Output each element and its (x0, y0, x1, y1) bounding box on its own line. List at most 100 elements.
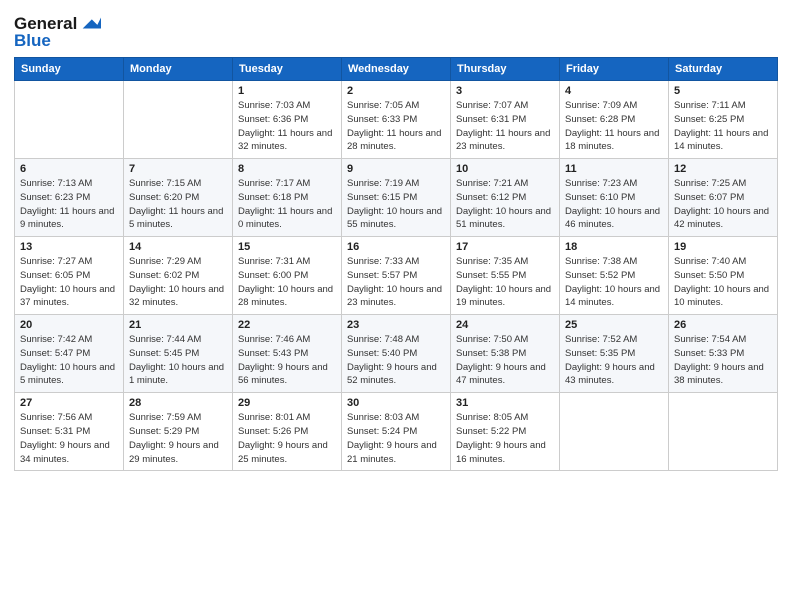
daylight: Daylight: 10 hours and 28 minutes. (238, 284, 333, 309)
sunset: Sunset: 5:40 PM (347, 348, 417, 359)
daylight: Daylight: 9 hours and 56 minutes. (238, 362, 328, 387)
day-number: 26 (674, 319, 772, 331)
day-info: Sunrise: 7:33 AMSunset: 5:57 PMDaylight:… (347, 255, 445, 310)
day-info: Sunrise: 7:05 AMSunset: 6:33 PMDaylight:… (347, 99, 445, 154)
calendar-week-row: 6Sunrise: 7:13 AMSunset: 6:23 PMDaylight… (15, 159, 778, 237)
calendar-week-row: 1 Sunrise: 7:03 AMSunset: 6:36 PMDaylight… (15, 81, 778, 159)
calendar-cell: 10Sunrise: 7:21 AMSunset: 6:12 PMDayligh… (451, 159, 560, 237)
day-number: 1 (238, 85, 336, 97)
sunrise: Sunrise: 8:01 AM (238, 412, 310, 423)
sunrise: Sunrise: 7:31 AM (238, 256, 310, 267)
calendar-week-row: 13Sunrise: 7:27 AMSunset: 6:05 PMDayligh… (15, 237, 778, 315)
calendar-cell: 25Sunrise: 7:52 AMSunset: 5:35 PMDayligh… (560, 315, 669, 393)
daylight: Daylight: 9 hours and 16 minutes. (456, 440, 546, 465)
day-number: 22 (238, 319, 336, 331)
calendar-cell: 31Sunrise: 8:05 AMSunset: 5:22 PMDayligh… (451, 393, 560, 471)
day-info: Sunrise: 7:25 AMSunset: 6:07 PMDaylight:… (674, 177, 772, 232)
sunrise: Sunrise: 7:33 AM (347, 256, 419, 267)
day-info: Sunrise: 7:38 AMSunset: 5:52 PMDaylight:… (565, 255, 663, 310)
calendar-week-row: 20Sunrise: 7:42 AMSunset: 5:47 PMDayligh… (15, 315, 778, 393)
logo: General Blue (14, 14, 101, 51)
daylight: Daylight: 10 hours and 1 minute. (129, 362, 224, 387)
day-number: 12 (674, 163, 772, 175)
day-info: Sunrise: 7:21 AMSunset: 6:12 PMDaylight:… (456, 177, 554, 232)
sunrise: Sunrise: 7:52 AM (565, 334, 637, 345)
day-number: 5 (674, 85, 772, 97)
sunset: Sunset: 5:47 PM (20, 348, 90, 359)
sunrise: Sunrise: 7:50 AM (456, 334, 528, 345)
day-number: 29 (238, 397, 336, 409)
daylight: Daylight: 9 hours and 47 minutes. (456, 362, 546, 387)
day-number: 24 (456, 319, 554, 331)
logo-icon (79, 12, 101, 34)
day-info: Sunrise: 7:13 AMSunset: 6:23 PMDaylight:… (20, 177, 118, 232)
day-info: Sunrise: 7:48 AMSunset: 5:40 PMDaylight:… (347, 333, 445, 388)
sunrise: Sunrise: 7:25 AM (674, 178, 746, 189)
daylight: Daylight: 9 hours and 25 minutes. (238, 440, 328, 465)
sunrise: Sunrise: 7:11 AM (674, 100, 746, 111)
day-number: 2 (347, 85, 445, 97)
daylight: Daylight: 11 hours and 28 minutes. (347, 128, 441, 153)
daylight: Daylight: 11 hours and 0 minutes. (238, 206, 332, 231)
sunset: Sunset: 6:25 PM (674, 114, 744, 125)
day-number: 16 (347, 241, 445, 253)
calendar-cell: 27Sunrise: 7:56 AMSunset: 5:31 PMDayligh… (15, 393, 124, 471)
sunrise: Sunrise: 7:46 AM (238, 334, 310, 345)
daylight: Daylight: 10 hours and 51 minutes. (456, 206, 551, 231)
day-info: Sunrise: 8:01 AM Sunset: 5:26 PM Daylight:… (238, 411, 336, 466)
day-info: Sunrise: 7:54 AMSunset: 5:33 PMDaylight:… (674, 333, 772, 388)
sunset: Sunset: 5:35 PM (565, 348, 635, 359)
day-number: 18 (565, 241, 663, 253)
day-number: 21 (129, 319, 227, 331)
day-info: Sunrise: 7:15 AMSunset: 6:20 PMDaylight:… (129, 177, 227, 232)
day-info: Sunrise: 7:29 AMSunset: 6:02 PMDaylight:… (129, 255, 227, 310)
daylight: Daylight: 11 hours and 23 minutes. (456, 128, 550, 153)
sunset: Sunset: 5:50 PM (674, 270, 744, 281)
calendar-cell: 29 Sunrise: 8:01 AM Sunset: 5:26 PM Dayligh… (233, 393, 342, 471)
sunset: Sunset: 6:12 PM (456, 192, 526, 203)
sunset: Sunset: 6:36 PM (238, 114, 308, 125)
calendar-cell: 6Sunrise: 7:13 AMSunset: 6:23 PMDaylight… (15, 159, 124, 237)
calendar-cell: 26 Sunrise: 7:54 AMSunset: 5:33 PMDayligh… (669, 315, 778, 393)
daylight: Daylight: 10 hours and 5 minutes. (20, 362, 115, 387)
day-info: Sunrise: 7:03 AMSunset: 6:36 PMDaylight:… (238, 99, 336, 154)
sunset: Sunset: 5:26 PM (238, 426, 308, 437)
sunset: Sunset: 5:52 PM (565, 270, 635, 281)
day-info: Sunrise: 7:17 AMSunset: 6:18 PMDaylight:… (238, 177, 336, 232)
day-number: 17 (456, 241, 554, 253)
day-of-week-saturday: Saturday (669, 58, 778, 81)
sunrise: Sunrise: 7:07 AM (456, 100, 528, 111)
daylight: Daylight: 11 hours and 14 minutes. (674, 128, 768, 153)
day-info: Sunrise: 7:31 AMSunset: 6:00 PMDaylight:… (238, 255, 336, 310)
sunrise: Sunrise: 7:44 AM (129, 334, 201, 345)
sunset: Sunset: 5:22 PM (456, 426, 526, 437)
daylight: Daylight: 11 hours and 32 minutes. (238, 128, 332, 153)
calendar-cell: 14Sunrise: 7:29 AMSunset: 6:02 PMDayligh… (124, 237, 233, 315)
day-info: Sunrise: 7:46 AMSunset: 5:43 PMDaylight:… (238, 333, 336, 388)
calendar-cell: 4Sunrise: 7:09 AMSunset: 6:28 PMDaylight… (560, 81, 669, 159)
day-of-week-friday: Friday (560, 58, 669, 81)
day-of-week-tuesday: Tuesday (233, 58, 342, 81)
day-info: Sunrise: 7:07 AMSunset: 6:31 PMDaylight:… (456, 99, 554, 154)
daylight: Daylight: 10 hours and 14 minutes. (565, 284, 660, 309)
calendar-cell: 17 Sunrise: 7:35 AMSunset: 5:55 PMDayligh… (451, 237, 560, 315)
day-number: 28 (129, 397, 227, 409)
sunset: Sunset: 5:57 PM (347, 270, 417, 281)
sunrise: Sunrise: 7:05 AM (347, 100, 419, 111)
day-number: 30 (347, 397, 445, 409)
logo-blue-text: Blue (14, 31, 101, 51)
calendar-cell: 24Sunrise: 7:50 AMSunset: 5:38 PMDayligh… (451, 315, 560, 393)
calendar-cell: 23Sunrise: 7:48 AMSunset: 5:40 PMDayligh… (342, 315, 451, 393)
sunrise: Sunrise: 7:48 AM (347, 334, 419, 345)
calendar-cell: 22 Sunrise: 7:46 AMSunset: 5:43 PMDayligh… (233, 315, 342, 393)
daylight: Daylight: 9 hours and 43 minutes. (565, 362, 655, 387)
calendar-cell (15, 81, 124, 159)
calendar-cell: 20Sunrise: 7:42 AMSunset: 5:47 PMDayligh… (15, 315, 124, 393)
calendar-cell: 30Sunrise: 8:03 AMSunset: 5:24 PMDayligh… (342, 393, 451, 471)
daylight: Daylight: 11 hours and 5 minutes. (129, 206, 223, 231)
calendar-header-row: SundayMondayTuesdayWednesdayThursdayFrid… (15, 58, 778, 81)
day-info: Sunrise: 7:35 AMSunset: 5:55 PMDaylight:… (456, 255, 554, 310)
day-info: Sunrise: 8:05 AMSunset: 5:22 PMDaylight:… (456, 411, 554, 466)
header: General Blue (14, 10, 778, 51)
sunset: Sunset: 5:33 PM (674, 348, 744, 359)
